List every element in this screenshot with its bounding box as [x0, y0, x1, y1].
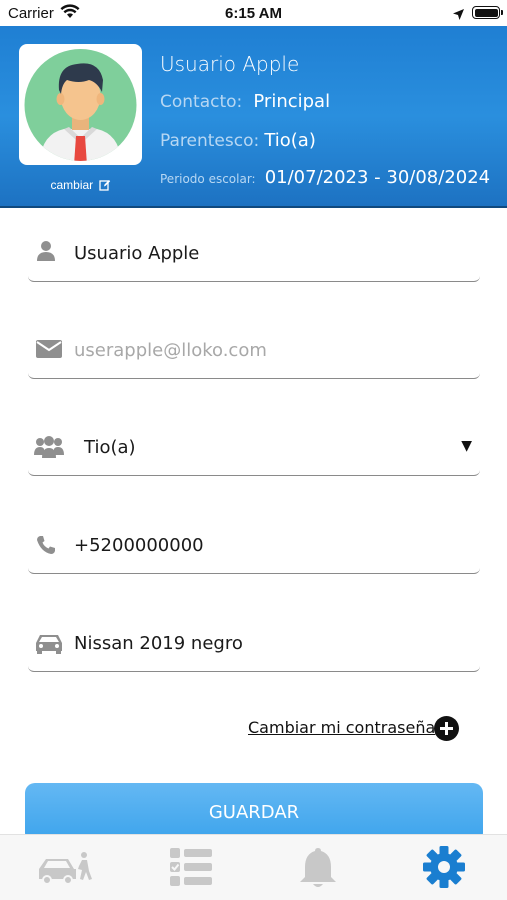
- location-arrow-icon: [452, 6, 465, 25]
- phone-icon: [36, 535, 56, 559]
- status-bar: Carrier 6:15 AM: [0, 0, 507, 26]
- period-row: Periodo escolar: 01/07/2023 - 30/08/2024: [160, 167, 490, 188]
- user-avatar-icon: [24, 49, 137, 161]
- relation-select[interactable]: Tio(a) ▼: [28, 420, 480, 476]
- vehicle-value: Nissan 2019 negro: [74, 633, 243, 654]
- vehicle-field[interactable]: Nissan 2019 negro: [28, 616, 480, 672]
- plus-circle-icon[interactable]: [434, 716, 459, 741]
- change-photo-label: cambiar: [50, 178, 94, 192]
- gear-icon: [423, 846, 465, 888]
- phone-field[interactable]: +5200000000: [28, 518, 480, 574]
- car-icon: [34, 633, 64, 659]
- email-placeholder: userapple@lloko.com: [74, 340, 267, 361]
- edit-icon: [98, 179, 111, 194]
- period-label: Periodo escolar:: [160, 172, 256, 186]
- email-field[interactable]: userapple@lloko.com: [28, 323, 480, 379]
- name-field[interactable]: Usuario Apple: [28, 226, 480, 282]
- relation-value: Tio(a): [84, 437, 136, 458]
- envelope-icon: [36, 340, 62, 362]
- relation-label: Parentesco:: [160, 131, 260, 151]
- profile-name: Usuario Apple: [160, 52, 300, 76]
- relation-value: Tio(a): [264, 130, 316, 151]
- change-photo-link[interactable]: cambiar: [19, 178, 142, 194]
- relation-row: Parentesco: Tio(a): [160, 130, 316, 151]
- tab-settings[interactable]: [414, 845, 474, 891]
- battery-icon: [472, 6, 503, 19]
- clock-label: 6:15 AM: [225, 5, 282, 22]
- profile-header: cambiar Usuario Apple Contacto: Principa…: [0, 26, 507, 208]
- bell-icon: [300, 848, 336, 887]
- avatar[interactable]: [19, 44, 142, 165]
- group-icon: [34, 435, 64, 463]
- phone-value: +5200000000: [74, 535, 204, 556]
- checklist-icon: [170, 848, 212, 886]
- contact-label: Contacto:: [160, 92, 243, 112]
- name-value: Usuario Apple: [74, 243, 200, 264]
- car-pickup-icon: [39, 852, 92, 885]
- period-value: 01/07/2023 - 30/08/2024: [264, 167, 491, 188]
- tab-pickup[interactable]: [36, 845, 96, 891]
- tab-notifications[interactable]: [288, 845, 348, 891]
- tab-bar: [0, 834, 507, 900]
- user-icon: [36, 240, 56, 266]
- contact-value: Principal: [253, 91, 331, 112]
- tab-checklist[interactable]: [163, 845, 223, 891]
- contact-row: Contacto: Principal: [160, 91, 330, 112]
- change-password-link[interactable]: Cambiar mi contraseña: [248, 718, 435, 737]
- dropdown-caret-icon: ▼: [461, 438, 472, 454]
